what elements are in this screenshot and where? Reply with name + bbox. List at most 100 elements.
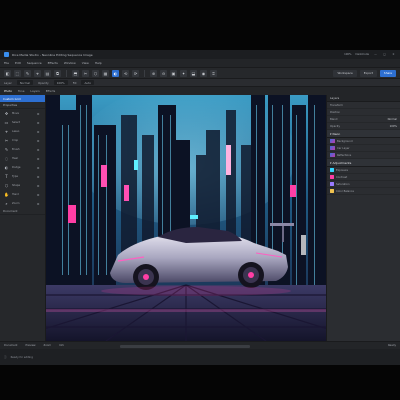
tool-row-hand[interactable]: ✋ Hand ▸ [0,190,45,199]
tool-row-move[interactable]: ✥ Move ▸ [0,109,45,118]
tool-row-heal[interactable]: ◌ Heal ▸ [0,154,45,163]
image-canvas[interactable] [46,95,326,341]
toolbar-tool-icon[interactable]: ▤ [44,69,51,77]
chevron-right-icon[interactable]: ▸ [36,120,41,125]
toolbar-tool-icon[interactable]: ⊕ [150,69,157,77]
chevron-right-icon[interactable]: ▸ [36,183,41,188]
toolbar-tool-icon[interactable]: ⊖ [160,69,167,77]
theme-toggle[interactable]: Darkmode [355,53,369,56]
layer-thumbnail [330,139,335,143]
toolbar-tool-icon[interactable]: ✎ [24,69,31,77]
toolbar-export-button[interactable]: Export [359,69,377,77]
properties-header[interactable]: Properties [0,102,45,109]
toolbar-workspace-button[interactable]: Workspace [333,69,357,77]
toolbar-tool-icon[interactable]: ▦ [102,69,109,77]
tool-row-lasso[interactable]: ⌖ Lasso ▸ [0,127,45,136]
layers-panel-header[interactable]: Layers [327,95,400,102]
panel-row-opacity[interactable]: Opacity 100% [327,123,400,130]
layer-label: Layer [4,80,12,85]
tab-layers[interactable]: Layers [30,89,39,93]
tool-row-type[interactable]: T Type ▸ [0,172,45,181]
move-tool-icon: ✥ [4,111,9,116]
document-header[interactable]: Document [0,208,45,215]
adjustment-row[interactable]: Color Balance [327,188,400,195]
chevron-right-icon[interactable]: ▸ [36,129,41,134]
chevron-right-icon[interactable]: ▸ [36,111,41,116]
tool-label: Heal [12,157,18,160]
layer-row[interactable]: Car Layer [327,145,400,152]
chevron-right-icon[interactable]: ▸ [36,147,41,152]
toolbar-tool-icon[interactable]: ✂ [82,69,89,77]
menu-file[interactable]: File [4,61,9,65]
tool-row-zoom[interactable]: ⌕ Zoom ▸ [0,199,45,208]
adjustments-section-header[interactable]: ▾ Adjustments [327,159,400,167]
crop-tool-icon: ✂ [4,138,9,143]
opacity-field[interactable]: 100% [53,80,68,85]
toolbar-tool-icon[interactable]: ⌗ [210,69,217,77]
tool-label: Crop [12,139,19,142]
adjustment-row[interactable]: Saturation [327,181,400,188]
tool-row-dodge[interactable]: ◐ Dodge ▸ [0,163,45,172]
type-tool-icon: T [5,174,8,179]
chevron-right-icon[interactable]: ▸ [36,174,41,179]
chevron-right-icon[interactable]: ▸ [36,192,41,197]
neon-section-header[interactable]: ▾ Neon [327,130,400,138]
lasso-tool-icon: ⌖ [5,129,8,134]
status-document[interactable]: Document [4,344,17,347]
chevron-right-icon[interactable]: ▸ [36,156,41,161]
toolbar-tool-icon[interactable]: ✦ [180,69,187,77]
panel-row-position[interactable]: Position [327,109,400,116]
menu-view[interactable]: View [82,61,89,65]
adjustment-label: Saturation [336,182,350,186]
chevron-right-icon[interactable]: ▸ [36,201,41,206]
toolbar-separator [66,69,67,77]
active-preset[interactable]: Custom Grid [0,95,45,102]
tab-photo[interactable]: Photo [4,89,12,93]
minimize-button[interactable]: — [373,52,378,57]
toolbar-tool-icon[interactable]: ⟲ [122,69,129,77]
toolbar-share-button[interactable]: Share [379,69,396,77]
chevron-right-icon[interactable]: ▸ [36,138,41,143]
menu-help[interactable]: Help [95,61,102,65]
maximize-button[interactable]: □ [382,52,387,57]
toolbar-tool-icon[interactable]: ▣ [170,69,177,77]
toolbar-tool-icon[interactable]: ⌖ [34,69,41,77]
status-info[interactable]: Info [59,344,64,347]
status-preview[interactable]: Preview [25,344,35,347]
tab-effects[interactable]: Effects [46,89,56,93]
layer-row[interactable]: Reflections [327,152,400,159]
menu-window[interactable]: Window [64,61,76,65]
menu-effects[interactable]: Effects [48,61,58,65]
blend-mode-select[interactable]: Normal [16,80,33,85]
toolbar-tool-icon[interactable]: ⬡ [92,69,99,77]
tool-row-shape[interactable]: ⬡ Shape ▸ [0,181,45,190]
tab-tone[interactable]: Tone [18,89,24,93]
toolbar-tool-icon[interactable]: ◉ [200,69,207,77]
fill-field[interactable]: Auto [81,80,94,85]
toolbar-tool-icon[interactable]: ⬒ [72,69,79,77]
toolbar-tool-icon[interactable]: ◧ [4,69,11,77]
row-label: Position [330,110,341,114]
horizontal-scrollbar[interactable] [120,344,250,348]
status-zoom[interactable]: Zoom [44,344,51,347]
toolbar-separator [144,69,145,77]
toolbar-tool-icon[interactable]: ⧉ [54,69,61,77]
tool-row-select[interactable]: ▭ Select ▸ [0,118,45,127]
toolbar-tool-icon[interactable]: ⬚ [14,69,21,77]
close-button[interactable]: ✕ [391,52,396,57]
toolbar-tool-icon[interactable]: ◐ [112,69,119,77]
menu-sequence[interactable]: Sequence [27,61,42,65]
layer-row[interactable]: Background [327,138,400,145]
chevron-right-icon[interactable]: ▸ [36,165,41,170]
menu-edit[interactable]: Edit [15,61,21,65]
adjustment-label: Exposure [336,168,349,172]
tool-row-crop[interactable]: ✂ Crop ▸ [0,136,45,145]
toolbar-tool-icon[interactable]: ⬓ [190,69,197,77]
panel-row-blend[interactable]: Blend Normal [327,116,400,123]
adjustment-row[interactable]: Contrast [327,174,400,181]
toolbar-tool-icon[interactable]: ⟳ [132,69,139,77]
section-label: Adjustments [332,160,352,165]
adjustment-row[interactable]: Exposure [327,167,400,174]
panel-row-transform[interactable]: Transform [327,102,400,109]
tool-row-brush[interactable]: ✎ Brush ▸ [0,145,45,154]
